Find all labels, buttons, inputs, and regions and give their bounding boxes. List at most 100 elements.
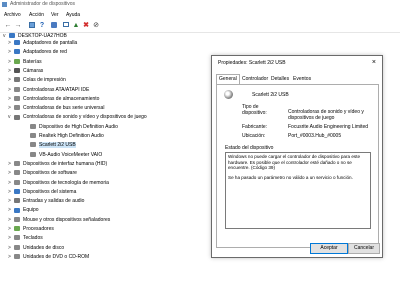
tree-item-label: Controladoras de bus serie universal bbox=[23, 105, 105, 112]
tab-eventos[interactable]: Eventos bbox=[291, 75, 313, 84]
tree-item-label: Dispositivos de interfaz humana (HID) bbox=[23, 160, 108, 167]
tree-item[interactable]: > Entradas y salidas de audio bbox=[8, 198, 84, 205]
status-textbox[interactable]: Windows no puede cargar el controlador d… bbox=[225, 152, 371, 229]
device-category-icon bbox=[14, 244, 20, 250]
menu-archivo[interactable]: Archivo bbox=[4, 10, 21, 20]
tree-item-label: Equipo bbox=[23, 207, 39, 214]
dialog-title: Propiedades: Scarlett 2i2 USB bbox=[218, 60, 286, 66]
device-category-icon bbox=[14, 49, 20, 55]
device-category-icon bbox=[14, 188, 20, 194]
device-category-icon bbox=[14, 179, 20, 185]
menu-ver[interactable]: Ver bbox=[51, 10, 59, 20]
uninstall-icon[interactable]: ✖ bbox=[82, 22, 90, 30]
device-category-icon bbox=[30, 133, 36, 139]
tree-item[interactable]: > Teclados bbox=[8, 235, 43, 242]
device-category-icon bbox=[14, 207, 20, 213]
update-driver-icon[interactable]: ▲ bbox=[72, 22, 80, 30]
tab-detalles[interactable]: Detalles bbox=[269, 75, 291, 84]
device-name: Scarlett 2i2 USB bbox=[252, 92, 289, 98]
tree-item[interactable]: > Mouse y otros dispositivos señaladores bbox=[8, 217, 110, 224]
tree-item[interactable]: > Dispositivos de interfaz humana (HID) bbox=[8, 161, 107, 168]
device-category-icon bbox=[14, 254, 20, 260]
tree-item[interactable]: > Procesadores bbox=[8, 226, 54, 233]
tree-item[interactable]: > Dispositivos de tecnología de memoria bbox=[8, 180, 109, 187]
tree-item-label: Controladoras ATA/ATAPI IDE bbox=[23, 86, 90, 93]
tree-item[interactable]: > Controladoras de almacenamiento bbox=[8, 96, 99, 103]
device-category-icon bbox=[14, 40, 20, 46]
tree-item-label: Dispositivo de High Definition Audio bbox=[39, 123, 118, 130]
menu-accion[interactable]: Acción bbox=[29, 10, 44, 20]
tree-item[interactable]: > Unidades de DVD o CD-ROM bbox=[8, 254, 89, 261]
device-category-icon bbox=[14, 170, 20, 176]
tree-item-label: Dispositivos del sistema bbox=[23, 188, 77, 195]
device-category-icon bbox=[14, 86, 20, 92]
scan-icon[interactable] bbox=[50, 22, 58, 30]
properties-dialog: Propiedades: Scarlett 2i2 USB × General … bbox=[211, 55, 383, 258]
tree-item-label: Unidades de disco bbox=[23, 244, 65, 251]
tree-item[interactable]: > Adaptadores de pantalla bbox=[8, 40, 77, 47]
tree-item[interactable]: Realtek High Definition Audio bbox=[24, 133, 104, 140]
properties-icon[interactable] bbox=[28, 22, 36, 30]
disable-icon[interactable]: ⊘ bbox=[92, 22, 100, 30]
help-icon[interactable]: ? bbox=[38, 22, 46, 30]
device-manager-icon bbox=[2, 2, 7, 7]
tree-item[interactable]: > Cámaras bbox=[8, 68, 43, 75]
device-category-icon bbox=[14, 95, 20, 101]
tree-item[interactable]: > Colas de impresión bbox=[8, 77, 66, 84]
close-icon[interactable]: × bbox=[372, 59, 376, 66]
window-titlebar: Administrador de dispositivos bbox=[0, 0, 400, 9]
tree-item-label: Adaptadores de pantalla bbox=[23, 40, 78, 46]
monitor-icon[interactable] bbox=[62, 22, 70, 30]
tree-item[interactable]: Scarlett 2i2 USB bbox=[24, 142, 76, 149]
prop-label-location: Ubicación: bbox=[242, 133, 266, 139]
forward-icon[interactable]: → bbox=[14, 22, 22, 30]
device-category-icon bbox=[14, 198, 20, 204]
tree-item[interactable]: > Equipo bbox=[8, 207, 39, 214]
device-category-icon bbox=[14, 235, 20, 241]
device-category-icon bbox=[14, 77, 20, 83]
prop-label-type: Tipo de dispositivo: bbox=[242, 104, 267, 116]
tree-item[interactable]: > Controladoras ATA/ATAPI IDE bbox=[8, 87, 89, 94]
computer-icon bbox=[9, 33, 15, 39]
device-category-icon bbox=[14, 58, 20, 64]
prop-value-manufacturer: Focusrite Audio Engineering Limited bbox=[288, 124, 369, 130]
ok-button[interactable]: Aceptar bbox=[310, 243, 348, 254]
tree-item[interactable]: VB-Audio VoiceMeeter VAIO bbox=[24, 152, 102, 159]
tab-controlador[interactable]: Controlador bbox=[240, 75, 270, 84]
tree-item-label: Controladoras de sonido y vídeo y dispos… bbox=[23, 114, 147, 121]
menu-bar: Archivo Acción Ver Ayuda bbox=[0, 10, 400, 20]
window-title: Administrador de dispositivos bbox=[10, 1, 76, 7]
status-text-1: Windows no puede cargar el controlador d… bbox=[228, 154, 361, 171]
tree-item[interactable]: > Controladoras de bus serie universal bbox=[8, 105, 104, 112]
tree-root[interactable]: v DESKTOP-UA27HOB bbox=[3, 33, 67, 40]
device-category-icon bbox=[14, 161, 20, 167]
device-category-icon bbox=[14, 105, 20, 111]
tree-item-label: Realtek High Definition Audio bbox=[39, 133, 104, 139]
status-group-label: Estado del dispositivo bbox=[225, 145, 274, 151]
device-category-icon bbox=[14, 216, 20, 222]
status-text-2: Se ha pasado un parámetro no válido a un… bbox=[228, 174, 353, 180]
device-category-icon bbox=[30, 151, 36, 157]
tree-item[interactable]: > Baterías bbox=[8, 59, 42, 66]
prop-label-manufacturer: Fabricante: bbox=[242, 124, 268, 130]
tree-item[interactable]: > Dispositivos de software bbox=[8, 170, 77, 177]
tree-item-label: Controladoras de almacenamiento bbox=[23, 95, 100, 102]
device-category-icon bbox=[14, 68, 20, 74]
tree-item-label: Entradas y salidas de audio bbox=[23, 198, 85, 205]
menu-ayuda[interactable]: Ayuda bbox=[66, 10, 80, 20]
tree-item-label: Scarlett 2i2 USB bbox=[39, 142, 76, 149]
back-icon[interactable]: ← bbox=[4, 22, 12, 30]
device-category-icon bbox=[14, 114, 20, 120]
tree-item[interactable]: > Adaptadores de red bbox=[8, 49, 67, 56]
tree-item-label: Mouse y otros dispositivos señaladores bbox=[23, 216, 111, 223]
tree-item[interactable]: > Unidades de disco bbox=[8, 245, 64, 252]
tree-item-label: Dispositivos de software bbox=[23, 170, 77, 177]
tree-item[interactable]: v Controladoras de sonido y vídeo y dispo… bbox=[8, 114, 147, 121]
tree-item-label: VB-Audio VoiceMeeter VAIO bbox=[39, 151, 103, 158]
cancel-button[interactable]: Cancelar bbox=[348, 243, 380, 254]
tree-item[interactable]: > Dispositivos del sistema bbox=[8, 189, 76, 196]
tree-item[interactable]: Dispositivo de High Definition Audio bbox=[24, 124, 118, 131]
tree-item-label: Procesadores bbox=[23, 226, 54, 232]
prop-value-location: Port_#0003.Hub_#0005 bbox=[288, 133, 342, 139]
tree-item-label: Cámaras bbox=[23, 67, 44, 74]
